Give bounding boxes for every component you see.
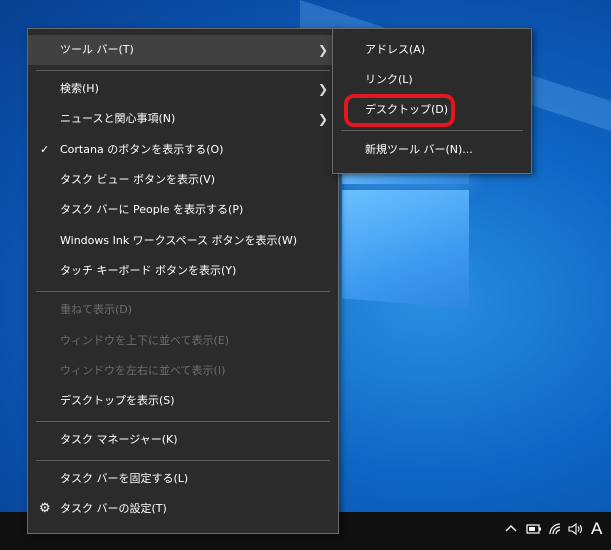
menu-item-news-interests[interactable]: ニュースと関心事項(N) ❯ [28,104,338,134]
menu-item-toolbar[interactable]: ツール バー(T) ❯ [28,35,338,65]
wifi-icon[interactable] [548,522,564,536]
menu-separator [36,291,330,292]
menu-item-show-people[interactable]: タスク バーに People を表示する(P) [28,195,338,225]
windows-logo-pane-lower [342,190,469,308]
menu-item-lock-taskbar[interactable]: タスク バーを固定する(L) [28,464,338,494]
chevron-right-icon: ❯ [317,112,328,126]
menu-item-show-cortana[interactable]: ✓ Cortana のボタンを表示する(O) [28,135,338,165]
menu-item-show-touch-keyboard[interactable]: タッチ キーボード ボタンを表示(Y) [28,256,338,286]
menu-separator [36,70,330,71]
menu-item-show-desktop[interactable]: デスクトップを表示(S) [28,386,338,416]
menu-separator [341,130,523,131]
submenu-item-links[interactable]: リンク(L) [333,65,531,95]
menu-item-stack-windows: ウィンドウを上下に並べて表示(E) [60,334,230,347]
menu-separator [36,460,330,461]
gear-icon: ⚙ [39,501,51,516]
chevron-right-icon: ❯ [317,82,328,96]
highlight-annotation [344,94,455,127]
menu-separator [36,421,330,422]
battery-icon[interactable] [526,523,542,535]
system-tray: A [498,512,611,550]
menu-item-show-task-view[interactable]: タスク ビュー ボタンを表示(V) [28,165,338,195]
menu-item-side-by-side: ウィンドウを左右に並べて表示(I) [60,364,226,377]
menu-item-search[interactable]: 検索(H) ❯ [28,74,338,104]
submenu-item-address[interactable]: アドレス(A) [333,35,531,65]
menu-item-cascade: 重ねて表示(D) [60,303,133,316]
chevron-right-icon: ❯ [317,43,328,57]
chevron-up-icon[interactable] [504,522,518,536]
checkmark-icon: ✓ [40,143,50,156]
menu-item-show-windows-ink[interactable]: Windows Ink ワークスペース ボタンを表示(W) [28,226,338,256]
taskbar-context-menu: ツール バー(T) ❯ 検索(H) ❯ ニュースと関心事項(N) ❯ ✓ Cor… [27,28,339,534]
speaker-icon[interactable] [568,522,584,536]
submenu-item-new-toolbar[interactable]: 新規ツール バー(N)... [333,135,531,165]
menu-item-task-manager[interactable]: タスク マネージャー(K) [28,425,338,455]
ime-indicator[interactable]: A [591,519,602,539]
menu-item-taskbar-settings[interactable]: ⚙ タスク バーの設定(T) [28,494,338,524]
